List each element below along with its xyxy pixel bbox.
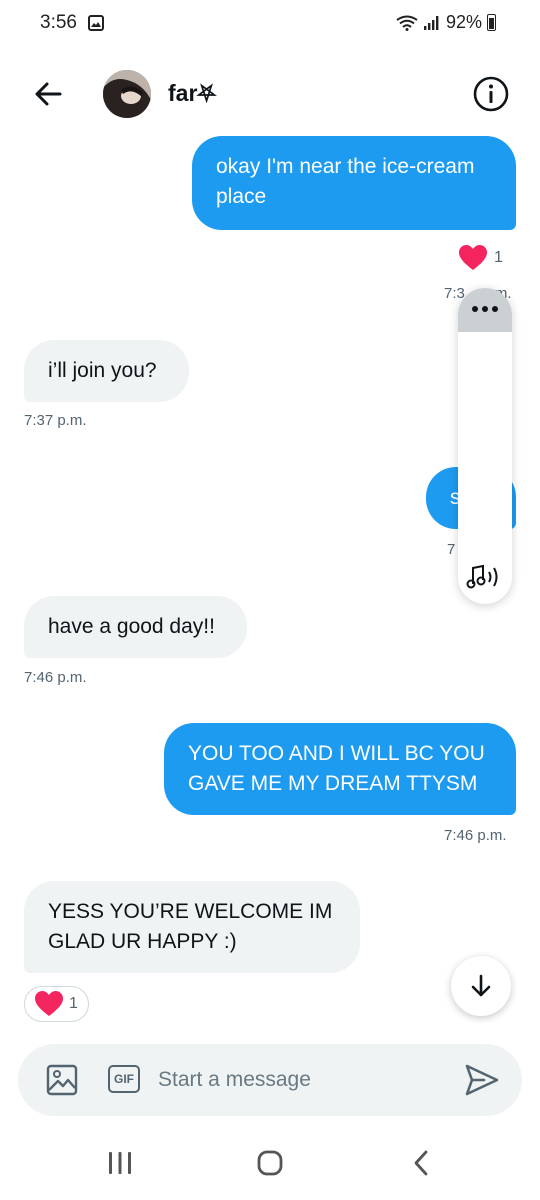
reaction-count: 1	[494, 249, 503, 266]
message-bubble-outgoing[interactable]: YOU TOO AND I WILL BC YOU GAVE ME MY DRE…	[164, 723, 516, 815]
home-icon[interactable]	[250, 1148, 290, 1178]
contact-name[interactable]: far⛧	[168, 80, 216, 107]
status-time: 3:56	[40, 12, 77, 33]
message-timestamp: 7:46 p.m.	[444, 827, 507, 844]
reaction-count: 1	[69, 995, 78, 1012]
avatar-photo	[103, 70, 151, 118]
recent-apps-icon[interactable]	[100, 1148, 140, 1178]
message-input[interactable]	[158, 1063, 448, 1097]
message-reaction[interactable]: 1	[24, 986, 89, 1022]
battery-icon	[487, 14, 496, 31]
message-text: YOU TOO AND I WILL BC YOU GAVE ME MY DRE…	[188, 742, 485, 795]
message-text: okay I'm near the ice-cream place	[216, 155, 475, 208]
music-sound-icon[interactable]	[466, 562, 504, 592]
arrow-left-icon[interactable]	[30, 76, 66, 112]
heart-icon	[459, 245, 487, 270]
message-timestamp: 7:37 p.m.	[24, 412, 87, 429]
edge-panel-overlay[interactable]	[458, 288, 512, 604]
message-bubble-incoming[interactable]: i’ll join you?	[24, 340, 189, 402]
info-icon[interactable]	[472, 75, 510, 113]
message-bubble-outgoing[interactable]: okay I'm near the ice-cream place	[192, 136, 516, 230]
heart-icon	[35, 991, 63, 1016]
battery-percent: 92%	[445, 12, 482, 32]
gif-button[interactable]: GIF	[108, 1065, 140, 1093]
message-text: have a good day!!	[48, 615, 215, 638]
message-text: i’ll join you?	[48, 359, 157, 382]
more-options-icon[interactable]	[468, 304, 502, 314]
scroll-to-bottom-button[interactable]	[451, 956, 511, 1016]
image-icon[interactable]	[46, 1064, 78, 1096]
arrow-down-icon	[471, 974, 491, 997]
conversation-header: far⛧	[0, 50, 540, 140]
status-bar: 3:56 92%	[0, 0, 540, 50]
message-composer: GIF	[18, 1044, 522, 1116]
send-icon[interactable]	[464, 1062, 500, 1098]
message-text: YESS YOU’RE WELCOME IM GLAD UR HAPPY :)	[48, 900, 333, 953]
message-bubble-incoming[interactable]: have a good day!!	[24, 596, 247, 658]
message-bubble-incoming[interactable]: YESS YOU’RE WELCOME IM GLAD UR HAPPY :)	[24, 881, 360, 973]
wifi-icon	[396, 15, 418, 31]
message-timestamp: 7:46 p.m.	[24, 669, 87, 686]
back-icon[interactable]	[402, 1148, 442, 1178]
system-nav-bar	[0, 1130, 540, 1200]
message-reaction[interactable]: 1	[458, 244, 503, 272]
message-timestamp: 7	[447, 541, 456, 558]
signal-icon	[423, 15, 439, 30]
gallery-notification-icon	[88, 15, 104, 31]
status-indicators: 92%	[396, 12, 496, 33]
avatar[interactable]	[103, 70, 151, 118]
